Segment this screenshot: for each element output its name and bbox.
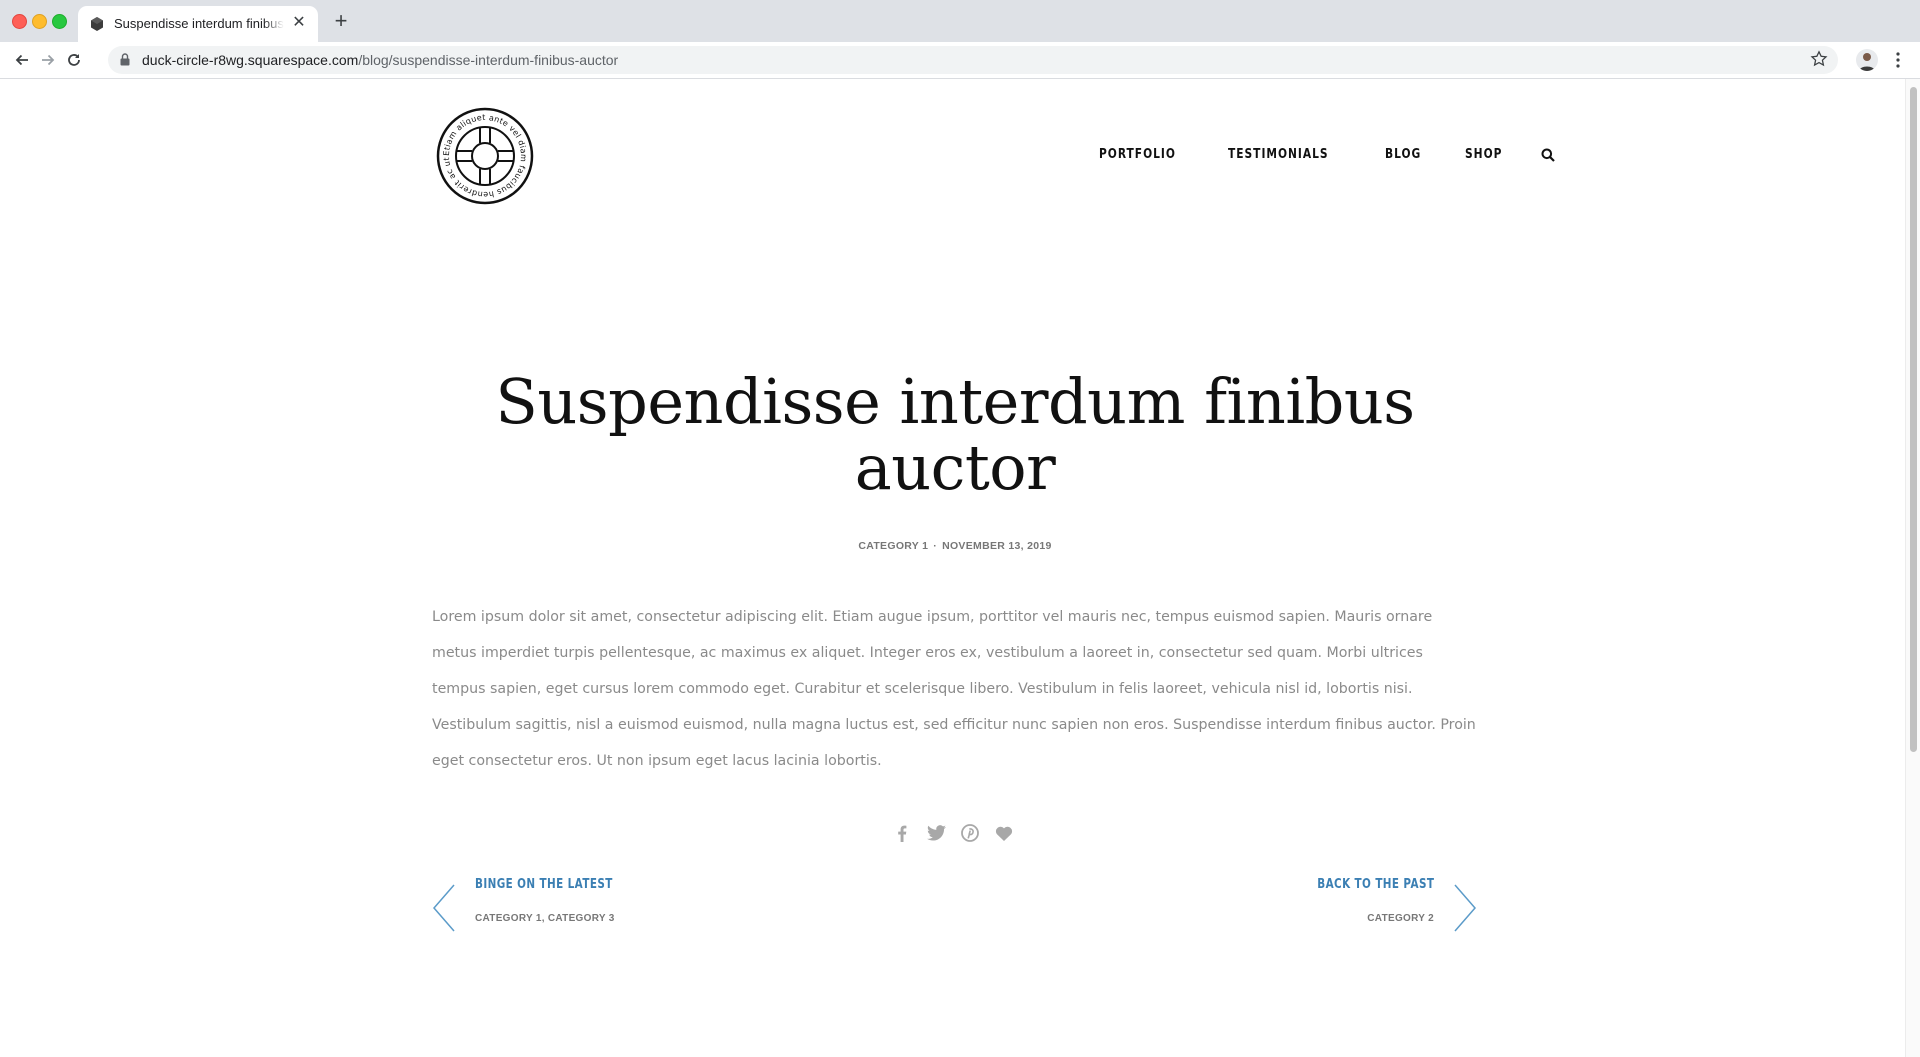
scrollbar-thumb[interactable] <box>1910 87 1917 752</box>
search-icon <box>1541 148 1556 162</box>
pagination-next[interactable]: BACK TO THE PAST CATEGORY 2 <box>1177 877 1477 947</box>
page-viewport: Etiam aliquet ante vel diam faucibus hen… <box>0 79 1905 1057</box>
post-body: Lorem ipsum dolor sit amet, consectetur … <box>432 609 1476 769</box>
bookmark-star-icon[interactable] <box>1810 50 1828 68</box>
window-maximize-button[interactable] <box>52 14 67 29</box>
post-category-link[interactable]: CATEGORY 1 <box>858 540 928 552</box>
tab-title: Suspendisse interdum finibus auctor <box>114 16 284 31</box>
previous-post-categories: CATEGORY 1, CATEGORY 3 <box>475 913 615 924</box>
post-title: Suspendisse interdum finibus auctor <box>495 365 1415 504</box>
window-minimize-button[interactable] <box>32 14 47 29</box>
heart-icon <box>995 826 1013 841</box>
next-post-title[interactable]: BACK TO THE PAST <box>1317 877 1434 892</box>
site-navigation: PORTFOLIO TESTIMONIALS BLOG SHOP <box>1099 147 1556 162</box>
browser-menu-icon[interactable] <box>1890 50 1906 70</box>
url-text: duck-circle-r8wg.squarespace.com/blog/su… <box>142 52 618 68</box>
profile-icon <box>1859 53 1875 71</box>
chevron-left-icon <box>433 884 455 932</box>
forward-button[interactable] <box>36 48 60 72</box>
like-button[interactable] <box>994 823 1014 843</box>
facebook-share-button[interactable] <box>892 823 912 843</box>
reload-icon <box>68 54 80 66</box>
meta-separator: · <box>933 540 938 552</box>
nav-portfolio[interactable]: PORTFOLIO <box>1099 147 1176 162</box>
url-host: duck-circle-r8wg.squarespace.com <box>142 52 359 68</box>
tab-close-icon[interactable]: ✕ <box>290 14 308 32</box>
address-bar[interactable]: duck-circle-r8wg.squarespace.com/blog/su… <box>108 46 1838 74</box>
browser-toolbar: duck-circle-r8wg.squarespace.com/blog/su… <box>0 42 1920 79</box>
new-tab-button[interactable]: + <box>330 10 352 32</box>
lock-icon <box>120 53 130 66</box>
back-button[interactable] <box>10 48 34 72</box>
twitter-share-button[interactable] <box>926 823 946 843</box>
browser-tab[interactable]: Suspendisse interdum finibus auctor ✕ <box>78 6 318 42</box>
nav-blog[interactable]: BLOG <box>1385 147 1421 162</box>
previous-post-title[interactable]: BINGE ON THE LATEST <box>475 877 613 892</box>
pinterest-icon <box>961 824 979 842</box>
page-scrollbar[interactable] <box>1905 79 1920 1057</box>
profile-avatar[interactable] <box>1856 49 1878 71</box>
browser-tab-strip: Suspendisse interdum finibus auctor ✕ + <box>0 0 1920 42</box>
next-post-categories: CATEGORY 2 <box>1367 913 1434 924</box>
share-buttons <box>892 823 1014 843</box>
window-close-button[interactable] <box>12 14 27 29</box>
url-path: /blog/suspendisse-interdum-finibus-aucto… <box>358 52 619 68</box>
search-button[interactable] <box>1541 148 1556 162</box>
nav-testimonials[interactable]: TESTIMONIALS <box>1228 147 1329 162</box>
pinterest-share-button[interactable] <box>960 823 980 843</box>
post-date: NOVEMBER 13, 2019 <box>942 540 1052 552</box>
facebook-icon <box>898 825 907 842</box>
nav-shop[interactable]: SHOP <box>1465 147 1502 162</box>
twitter-icon <box>926 825 946 841</box>
pagination-previous[interactable]: BINGE ON THE LATEST CATEGORY 1, CATEGORY… <box>432 877 732 947</box>
forward-arrow-icon <box>42 54 55 66</box>
reload-button[interactable] <box>62 48 86 72</box>
chevron-right-icon <box>1454 884 1476 932</box>
back-arrow-icon <box>15 54 28 66</box>
site-logo[interactable]: Etiam aliquet ante vel diam faucibus hen… <box>435 106 535 206</box>
squarespace-favicon-icon <box>91 17 103 31</box>
post-meta: CATEGORY 1 · NOVEMBER 13, 2019 <box>435 540 1475 552</box>
